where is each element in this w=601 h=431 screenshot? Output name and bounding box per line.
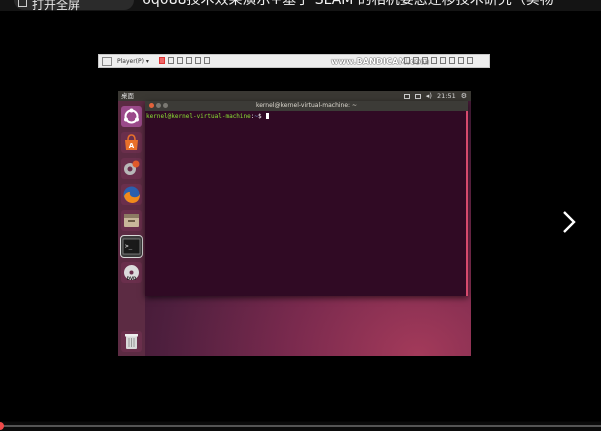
vm-menu-arrow-icon[interactable] [102, 57, 112, 66]
clock[interactable]: 21:51 [437, 91, 456, 101]
progress-track [0, 425, 601, 427]
svg-text:>_: >_ [125, 243, 133, 250]
vm-toolbar: Player(P) ▾ www.BANDICAM.com [98, 54, 490, 68]
unity-launcher: A >_ DVD [118, 101, 145, 356]
trash-icon[interactable] [121, 331, 142, 352]
player-menu[interactable]: Player(P) ▾ [117, 57, 149, 66]
svg-text:A: A [129, 142, 135, 150]
prompt-symbol: $ [258, 113, 262, 120]
terminal-prompt-line[interactable]: kernel@kernel-virtual-machine:~$ [146, 113, 270, 121]
software-center-icon[interactable]: A [121, 132, 142, 153]
progress-knob[interactable] [0, 422, 4, 430]
top-bar: 打开全屏 6q088技术效果演示+基于 SLAM 的相机姿态迁移技术研究（实物 [0, 0, 601, 11]
unity-icon[interactable] [204, 57, 210, 64]
dvd-icon[interactable]: DVD [121, 262, 142, 283]
fullscreen-icon [18, 0, 27, 7]
prompt-user: kernel@kernel-virtual-machine [146, 113, 251, 120]
files-icon[interactable] [121, 210, 142, 231]
fullscreen-vm-icon[interactable] [195, 57, 201, 64]
device-sound-icon[interactable] [431, 57, 437, 64]
text-cursor [266, 113, 270, 119]
terminal-titlebar[interactable]: kernel@kernel-virtual-machine: ~ [145, 101, 468, 111]
ubuntu-dash-icon[interactable] [121, 106, 142, 127]
ubuntu-top-panel: 桌面 ◂) 21:51 ⚙ [118, 91, 471, 101]
svg-text:DVD: DVD [127, 276, 137, 281]
firefox-icon[interactable] [121, 184, 142, 205]
open-fullscreen-label: 打开全屏 [32, 0, 81, 11]
terminal-window[interactable]: kernel@kernel-virtual-machine: ~ kernel@… [145, 101, 468, 296]
pause-icon[interactable] [159, 57, 165, 64]
system-settings-icon[interactable] [121, 158, 142, 179]
vm-close-icon[interactable] [467, 57, 473, 64]
network-icon[interactable] [414, 93, 421, 99]
minimize-window-icon[interactable] [156, 103, 161, 108]
vm-snapshot-icon[interactable] [177, 57, 183, 64]
maximize-window-icon[interactable] [163, 103, 168, 108]
next-chevron-icon[interactable] [560, 209, 578, 235]
close-window-icon[interactable] [149, 103, 154, 108]
send-ctrl-alt-del-icon[interactable] [168, 57, 174, 64]
keyboard-icon[interactable] [403, 93, 410, 99]
panel-desktop-label: 桌面 [121, 92, 134, 100]
volume-icon[interactable]: ◂) [426, 91, 432, 101]
device-cd-icon[interactable] [413, 57, 419, 64]
video-progress-bar[interactable] [0, 422, 601, 431]
device-printer-icon[interactable] [440, 57, 446, 64]
device-usb-icon[interactable] [404, 57, 410, 64]
device-network-icon[interactable] [422, 57, 428, 64]
device-hdd-icon[interactable] [458, 57, 464, 64]
power-icon[interactable]: ⚙ [461, 91, 467, 101]
open-fullscreen-button[interactable]: 打开全屏 [14, 0, 134, 11]
ubuntu-desktop: 桌面 ◂) 21:51 ⚙ A >_ DVD kernel@kernel-vir… [118, 91, 471, 356]
device-display-icon[interactable] [449, 57, 455, 64]
video-title: 6q088技术效果演示+基于 SLAM 的相机姿态迁移技术研究（实物 [142, 0, 554, 8]
terminal-launcher-icon[interactable]: >_ [120, 235, 143, 258]
terminal-scroll-edge [466, 111, 468, 296]
terminal-title: kernel@kernel-virtual-machine: ~ [255, 102, 358, 109]
fit-guest-icon[interactable] [186, 57, 192, 64]
